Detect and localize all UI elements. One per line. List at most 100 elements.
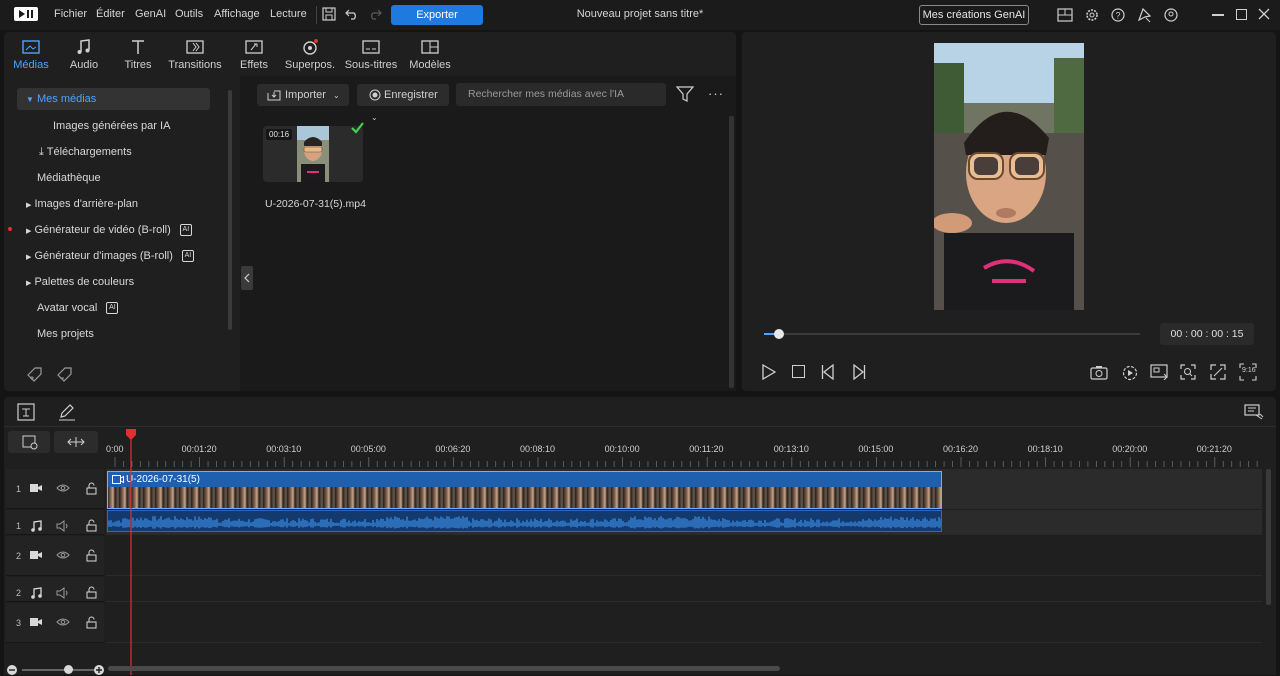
pen-edit-icon[interactable]	[58, 403, 76, 421]
audio-clip[interactable]	[107, 510, 942, 532]
track-header-audio[interactable]: 1	[6, 510, 104, 535]
lock-icon[interactable]	[86, 586, 97, 599]
menu-lecture[interactable]: Lecture	[270, 8, 307, 20]
content-scrollbar[interactable]	[729, 116, 734, 388]
playback-progress-slider[interactable]	[764, 329, 1140, 339]
zoom-slider-knob[interactable]	[64, 665, 73, 674]
add-tag-icon[interactable]	[26, 365, 44, 383]
zoom-preview-icon[interactable]	[1180, 364, 1196, 380]
zoom-slider[interactable]	[22, 669, 94, 671]
menu-affichage[interactable]: Affichage	[214, 8, 260, 20]
tab-medias[interactable]: Médias	[1, 38, 61, 71]
add-track-button[interactable]	[8, 431, 50, 453]
lock-icon[interactable]	[86, 549, 97, 562]
stop-icon[interactable]	[792, 365, 805, 378]
track-header-audio[interactable]: 2	[6, 577, 104, 602]
tab-effets[interactable]: Effets	[224, 38, 284, 71]
sidebar-item-mes-projets[interactable]: Mes projets	[17, 323, 94, 345]
track-lane-video[interactable]	[106, 536, 1262, 576]
menu-genai[interactable]: GenAI	[135, 8, 166, 20]
sidebar-item-arriere-plan[interactable]: ▶ Images d'arrière-plan	[17, 193, 138, 215]
track-header-video[interactable]: 1	[6, 469, 104, 509]
zoom-out-icon[interactable]	[6, 664, 18, 676]
record-button[interactable]: Enregistrer ⌄	[357, 84, 449, 122]
ai-badge-icon: AI	[179, 224, 192, 237]
snapshot-camera-icon[interactable]	[1090, 365, 1108, 380]
more-options-icon[interactable]: ···	[708, 86, 724, 101]
import-button[interactable]: Importer ⌄	[257, 84, 349, 106]
minimize-icon[interactable]	[1212, 14, 1224, 16]
undo-icon[interactable]	[345, 8, 359, 20]
tab-superpositions[interactable]: Superpos.	[280, 38, 340, 71]
speaker-icon[interactable]	[56, 587, 70, 599]
playback-quality-icon[interactable]	[1122, 365, 1138, 381]
sidebar-item-avatar-vocal[interactable]: Avatar vocal AI	[17, 297, 119, 319]
timeline-horizontal-scrollbar[interactable]	[108, 666, 780, 671]
display-settings-icon[interactable]	[1150, 364, 1168, 380]
track-lane-audio[interactable]	[106, 577, 1262, 602]
ruler-tick-label: 00:20:00	[1112, 444, 1148, 454]
redo-icon[interactable]	[368, 8, 382, 20]
menu-editer[interactable]: Éditer	[96, 8, 125, 20]
menu-outils[interactable]: Outils	[175, 8, 203, 20]
save-icon[interactable]	[322, 7, 336, 21]
visibility-eye-icon[interactable]	[56, 550, 70, 560]
lock-icon[interactable]	[86, 616, 97, 629]
ai-search-input[interactable]: Rechercher mes médias avec l'IA	[456, 83, 666, 106]
account-icon[interactable]	[1164, 8, 1178, 22]
track-header-video[interactable]: 2	[6, 536, 104, 576]
track-header-video[interactable]: 3	[6, 603, 104, 643]
fit-timeline-button[interactable]	[54, 431, 98, 453]
sidebar-item-generateur-images[interactable]: ▶ Générateur d'images (B-roll) AI	[17, 245, 194, 267]
menu-fichier[interactable]: Fichier	[54, 8, 87, 20]
lock-icon[interactable]	[86, 482, 97, 495]
collapse-sidebar-button[interactable]	[241, 266, 253, 290]
ruler-tick-label: 00:01:20	[181, 444, 217, 454]
visibility-eye-icon[interactable]	[56, 617, 70, 627]
export-button[interactable]: Exporter	[391, 5, 483, 25]
checkmark-icon	[351, 122, 364, 134]
track-manager-icon[interactable]	[1244, 403, 1264, 421]
tab-modeles[interactable]: Modèles	[400, 38, 460, 71]
timeline-ruler[interactable]: 0:00 00:01:20 00:03:10 00:05:00 00:06:20 00:0…	[104, 429, 1264, 467]
close-icon[interactable]	[1258, 8, 1270, 20]
next-frame-icon[interactable]	[852, 364, 866, 380]
sidebar-item-palettes[interactable]: ▶ Palettes de couleurs	[17, 271, 134, 293]
genai-creations-button[interactable]: Mes créations GenAI	[919, 5, 1029, 25]
filter-icon[interactable]	[676, 86, 694, 102]
aspect-ratio-icon[interactable]: 9:16	[1239, 363, 1257, 381]
sidebar-item-mediatheque[interactable]: Médiathèque	[17, 167, 101, 189]
zoom-in-icon[interactable]	[93, 664, 105, 676]
progress-knob[interactable]	[774, 329, 785, 339]
menu-divider	[316, 6, 317, 24]
play-icon[interactable]	[762, 364, 776, 380]
layout-icon[interactable]	[1057, 8, 1073, 22]
speaker-icon[interactable]	[56, 520, 70, 532]
visibility-eye-icon[interactable]	[56, 483, 70, 493]
lock-icon[interactable]	[86, 519, 97, 532]
sidebar-item-images-ia[interactable]: Images générées par IA	[17, 115, 170, 137]
fullscreen-icon[interactable]	[1210, 364, 1226, 380]
tab-transitions[interactable]: Transitions	[165, 38, 225, 71]
sidebar-item-telechargements[interactable]: ⤓ Téléchargements	[17, 141, 132, 163]
effects-icon	[244, 38, 264, 56]
track-lane-video[interactable]	[106, 603, 1262, 643]
maximize-icon[interactable]	[1236, 9, 1247, 20]
notification-icon[interactable]	[1137, 7, 1153, 23]
media-thumbnail[interactable]: 00:16	[263, 126, 363, 182]
video-clip[interactable]: U-2026-07-31(5)	[107, 471, 942, 509]
gear-icon[interactable]	[1085, 8, 1099, 22]
tab-titres[interactable]: Titres	[108, 38, 168, 71]
tab-audio[interactable]: Audio	[54, 38, 114, 71]
help-icon[interactable]: ?	[1111, 8, 1125, 22]
sidebar-item-mes-medias[interactable]: ▼ Mes médias	[17, 88, 210, 110]
playhead[interactable]	[126, 429, 136, 675]
tab-label: Transitions	[168, 59, 222, 71]
remove-tag-icon[interactable]	[56, 365, 74, 383]
tab-sous-titres[interactable]: Sous-titres	[341, 38, 401, 71]
sidebar-item-generateur-video[interactable]: ▶ Générateur de vidéo (B-roll) AI	[17, 219, 192, 241]
previous-frame-icon[interactable]	[821, 364, 835, 380]
sidebar-scrollbar[interactable]	[228, 90, 232, 330]
timeline-vertical-scrollbar[interactable]	[1266, 469, 1271, 605]
timeline-tool-icon[interactable]	[17, 403, 35, 421]
